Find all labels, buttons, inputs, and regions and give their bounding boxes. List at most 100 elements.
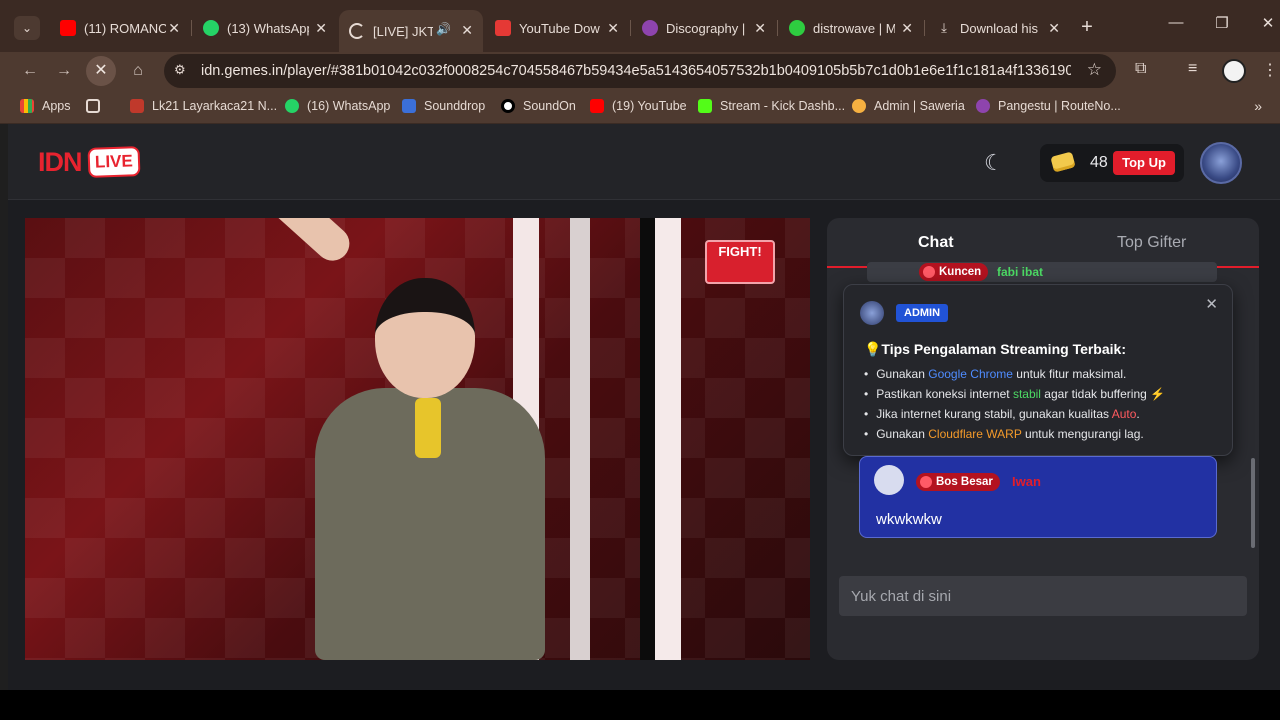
tip-item: Gunakan Google Chrome untuk fitur maksim…	[864, 367, 1224, 387]
tab-whatsapp[interactable]: (13) WhatsApp ✕	[193, 14, 337, 42]
forward-button[interactable]: →	[50, 58, 78, 84]
tab-label: Discography |	[666, 20, 746, 36]
youtube-icon	[60, 20, 76, 36]
tip-text: Gunakan	[876, 367, 929, 381]
site-header: IDN LIVE ☾ 48 Top Up	[8, 124, 1280, 200]
badge-icon	[920, 476, 932, 488]
chat-message: Bos Besar Iwan wkwkwkw	[859, 456, 1217, 538]
tip-text: untuk fitur maksimal.	[1012, 367, 1127, 381]
tips-title: 💡Tips Pengalaman Streaming Terbaik:	[864, 341, 1126, 357]
routenote-icon	[976, 99, 990, 113]
coin-icon	[1050, 151, 1076, 173]
tab-strip: ⌄ (11) ROMANC ✕ (13) WhatsApp ✕ [LIVE] J…	[0, 0, 1280, 52]
chat-scrollbar[interactable]	[1251, 458, 1255, 548]
top-up-button[interactable]: Top Up	[1113, 151, 1175, 175]
tab-label: Download his	[960, 20, 1039, 36]
chat-username: Iwan	[1012, 474, 1041, 489]
bookmark-tab-groups[interactable]	[86, 99, 108, 113]
minimize-button[interactable]: —	[1164, 14, 1188, 31]
bookmark-soundon[interactable]: SoundOn	[501, 99, 576, 113]
fight-banner: FIGHT!	[705, 240, 775, 284]
dark-mode-icon[interactable]: ☾	[984, 150, 1004, 176]
bookmark-sounddrop[interactable]: Sounddrop	[402, 99, 485, 113]
bookmark-saweria[interactable]: Admin | Saweria	[852, 99, 965, 113]
close-icon[interactable]: ✕	[607, 20, 619, 37]
tip-text: Jika internet kurang stabil, gunakan kua…	[876, 407, 1112, 421]
close-icon[interactable]: ✕	[168, 20, 180, 37]
close-icon[interactable]: ✕	[1048, 20, 1060, 37]
tab-download-history[interactable]: ⤓ Download his ✕	[926, 14, 1070, 42]
restore-button[interactable]: ❐	[1210, 14, 1234, 32]
apps-grid-icon	[20, 99, 34, 113]
tip-text: untuk mengurangi lag.	[1021, 427, 1144, 441]
screen-bottom-border	[0, 690, 1280, 720]
tab-separator	[777, 20, 778, 36]
tab-discography[interactable]: Discography | ✕	[632, 14, 776, 42]
chat-username: fabi ibat	[997, 265, 1044, 279]
speaker-icon[interactable]: 🔊	[436, 22, 451, 36]
tab-distrowave[interactable]: distrowave | M ✕	[779, 14, 923, 42]
chat-tabs: Chat Top Gifter	[827, 218, 1259, 268]
extensions-icon[interactable]: ⧉	[1135, 60, 1146, 78]
user-avatar[interactable]	[1200, 142, 1242, 184]
bookmark-whatsapp[interactable]: (16) WhatsApp	[285, 99, 390, 113]
stage-light-bar	[655, 218, 681, 660]
close-window-button[interactable]: ✕	[1256, 14, 1280, 32]
tip-text: agar tidak buffering ⚡	[1040, 387, 1166, 401]
bookmark-apps[interactable]: Apps	[20, 99, 71, 113]
user-avatar-icon	[874, 465, 904, 495]
close-icon[interactable]: ✕	[1205, 295, 1218, 313]
distrowave-icon	[789, 20, 805, 36]
chat-message-text: wkwkwkw	[876, 511, 942, 528]
idn-live-logo[interactable]: IDN LIVE	[38, 142, 140, 182]
bookmark-label: Sounddrop	[424, 99, 486, 113]
tab-search-button[interactable]: ⌄	[14, 16, 40, 40]
performer	[192, 218, 575, 660]
bookmark-label: Stream - Kick Dashb...	[720, 99, 846, 113]
profile-avatar[interactable]	[1222, 59, 1246, 83]
tab-chat[interactable]: Chat	[918, 234, 954, 252]
tab-label: [LIVE] JKT4	[373, 23, 433, 39]
role-badge: Bos Besar	[916, 473, 1000, 491]
live-video-player[interactable]: FIGHT!	[25, 218, 810, 660]
url-text[interactable]: idn.gemes.in/player/#381b01042c032f00082…	[201, 63, 1071, 79]
bookmark-kick[interactable]: Stream - Kick Dashb...	[698, 99, 845, 113]
chat-message-partial: Kuncen fabi ibat	[867, 262, 1217, 282]
close-icon[interactable]: ✕	[754, 20, 766, 37]
coin-count: 48	[1090, 154, 1108, 171]
bookmark-lk21[interactable]: Lk21 Layarkaca21 N...	[130, 99, 277, 113]
tip-text: Pastikan koneksi internet	[876, 387, 1013, 401]
close-icon[interactable]: ✕	[315, 20, 327, 37]
admin-avatar	[860, 301, 884, 325]
performer-tie	[415, 398, 441, 458]
tab-separator	[191, 20, 192, 36]
chat-input[interactable]	[839, 576, 1247, 616]
tab-youtube-downloader[interactable]: YouTube Dow ✕	[485, 14, 629, 42]
tab-youtube-romance[interactable]: (11) ROMANC ✕	[50, 14, 190, 42]
bookmark-star-icon[interactable]: ☆	[1087, 60, 1102, 80]
bookmark-routenote[interactable]: Pangestu | RouteNo...	[976, 99, 1121, 113]
badge-icon	[923, 266, 935, 278]
role-badge: Kuncen	[919, 263, 989, 281]
tip-item: Pastikan koneksi internet stabil agar ti…	[864, 387, 1224, 407]
bookmark-label: SoundOn	[523, 99, 576, 113]
coin-balance: 48 Top Up	[1040, 144, 1184, 182]
menu-icon[interactable]: ⋮	[1262, 60, 1278, 80]
bookmark-youtube[interactable]: (19) YouTube	[590, 99, 687, 113]
tab-live-jkt48[interactable]: [LIVE] JKT4 🔊 ✕	[339, 10, 483, 52]
media-controls-icon[interactable]: ≡	[1188, 60, 1197, 78]
admin-tips-popup: ADMIN ✕ 💡Tips Pengalaman Streaming Terba…	[843, 284, 1233, 456]
address-bar[interactable]: ⚙ idn.gemes.in/player/#381b01042c032f000…	[164, 54, 1116, 88]
kick-icon	[698, 99, 712, 113]
chevron-right-icon[interactable]: »	[1254, 98, 1262, 114]
back-button[interactable]: ←	[16, 58, 44, 84]
home-button[interactable]: ⌂	[124, 58, 152, 84]
close-icon[interactable]: ✕	[461, 22, 473, 39]
tab-top-gifter[interactable]: Top Gifter	[1117, 234, 1186, 252]
new-tab-button[interactable]: +	[1076, 16, 1098, 39]
site-info-icon[interactable]: ⚙	[174, 62, 186, 78]
browser-window: ⌄ (11) ROMANC ✕ (13) WhatsApp ✕ [LIVE] J…	[0, 0, 1280, 720]
close-icon[interactable]: ✕	[901, 20, 913, 37]
bookmark-label: Lk21 Layarkaca21 N...	[152, 99, 278, 113]
stop-loading-button[interactable]: ✕	[86, 56, 116, 86]
